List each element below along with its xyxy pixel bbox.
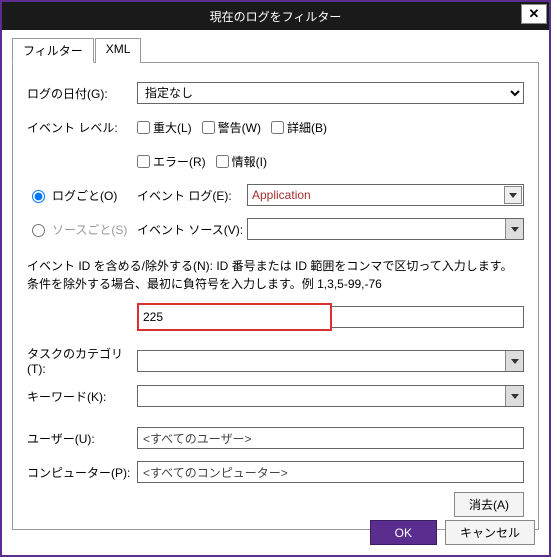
level-info-checkbox[interactable] xyxy=(216,155,229,168)
ok-button[interactable]: OK xyxy=(370,520,437,545)
keyword-label: キーワード(K): xyxy=(27,388,137,405)
bysource-label: ソースごと(S) xyxy=(52,221,127,238)
bysource-radio[interactable] xyxy=(32,224,45,237)
clear-button[interactable]: 消去(A) xyxy=(454,492,524,517)
eventid-value[interactable]: 225 xyxy=(143,310,163,324)
level-critical[interactable]: 重大(L) xyxy=(137,119,192,136)
bysource-radio-row[interactable]: ソースごと(S) xyxy=(27,221,137,238)
filter-panel: ログの日付(G): 指定なし イベント レベル: 重大(L) 警告(W) xyxy=(12,63,539,530)
eventlog-dropdown-button[interactable] xyxy=(504,186,522,204)
logged-select[interactable]: 指定なし xyxy=(137,82,524,104)
tab-filter-label: フィルター xyxy=(23,44,83,58)
close-button[interactable]: ✕ xyxy=(521,4,547,24)
level-critical-checkbox[interactable] xyxy=(137,121,150,134)
eventlog-label: イベント ログ(E): xyxy=(137,187,247,204)
tabstrip: フィルター XML xyxy=(12,38,539,63)
level-verbose-checkbox[interactable] xyxy=(271,121,284,134)
cancel-button-label: キャンセル xyxy=(460,526,520,540)
chevron-down-icon xyxy=(511,392,519,400)
eventlog-value: Application xyxy=(252,188,311,202)
eventsource-label: イベント ソース(V): xyxy=(137,221,247,238)
level-verbose-label: 詳細(B) xyxy=(287,119,327,136)
chevron-down-icon xyxy=(509,191,517,199)
chevron-down-icon xyxy=(511,357,519,365)
computer-label: コンピューター(P): xyxy=(27,464,137,481)
user-label: ユーザー(U): xyxy=(27,430,137,447)
eventsource-combo[interactable] xyxy=(247,218,524,240)
eventid-highlight: 225 xyxy=(137,303,332,331)
task-label: タスクのカテゴリ(T): xyxy=(27,345,137,376)
cancel-button[interactable]: キャンセル xyxy=(445,520,535,545)
eventid-input-extension[interactable] xyxy=(330,306,524,328)
user-value: <すべてのユーザー> xyxy=(143,430,251,447)
bylog-radio[interactable] xyxy=(32,190,45,203)
level-label: イベント レベル: xyxy=(27,119,137,136)
level-warning-label: 警告(W) xyxy=(218,119,261,136)
logged-label: ログの日付(G): xyxy=(27,85,137,102)
tab-filter[interactable]: フィルター xyxy=(12,38,94,63)
clear-button-label: 消去(A) xyxy=(469,498,509,512)
keyword-dropdown-button[interactable] xyxy=(505,386,523,406)
task-combo[interactable] xyxy=(137,350,524,372)
window-title: 現在のログをフィルター xyxy=(210,8,342,25)
level-info[interactable]: 情報(I) xyxy=(216,153,267,170)
level-critical-label: 重大(L) xyxy=(153,119,192,136)
content-area: フィルター XML ログの日付(G): 指定なし イベント レベル: 重大(L) xyxy=(2,30,549,540)
ok-button-label: OK xyxy=(395,526,412,540)
bylog-radio-row[interactable]: ログごと(O) xyxy=(27,187,137,204)
level-info-label: 情報(I) xyxy=(232,153,267,170)
level-verbose[interactable]: 詳細(B) xyxy=(271,119,327,136)
chevron-down-icon xyxy=(511,225,519,233)
tab-xml[interactable]: XML xyxy=(95,38,142,63)
level-warning-checkbox[interactable] xyxy=(202,121,215,134)
task-dropdown-button[interactable] xyxy=(505,351,523,371)
computer-input[interactable]: <すべてのコンピューター> xyxy=(137,461,524,483)
tab-xml-label: XML xyxy=(106,42,131,56)
level-error[interactable]: エラー(R) xyxy=(137,153,206,170)
bylog-label: ログごと(O) xyxy=(52,187,117,204)
level-warning[interactable]: 警告(W) xyxy=(202,119,261,136)
level-error-checkbox[interactable] xyxy=(137,155,150,168)
eventid-instruction: イベント ID を含める/除外する(N): ID 番号または ID 範囲をコンマ… xyxy=(27,257,524,293)
level-error-label: エラー(R) xyxy=(153,153,206,170)
close-icon: ✕ xyxy=(529,6,540,22)
eventsource-dropdown-button[interactable] xyxy=(505,219,523,239)
eventlog-combo[interactable]: Application xyxy=(247,184,524,206)
computer-value: <すべてのコンピューター> xyxy=(143,464,288,481)
keyword-combo[interactable] xyxy=(137,385,524,407)
user-input[interactable]: <すべてのユーザー> xyxy=(137,427,524,449)
dialog-footer: OK キャンセル xyxy=(370,520,535,545)
titlebar: 現在のログをフィルター ✕ xyxy=(2,2,549,30)
